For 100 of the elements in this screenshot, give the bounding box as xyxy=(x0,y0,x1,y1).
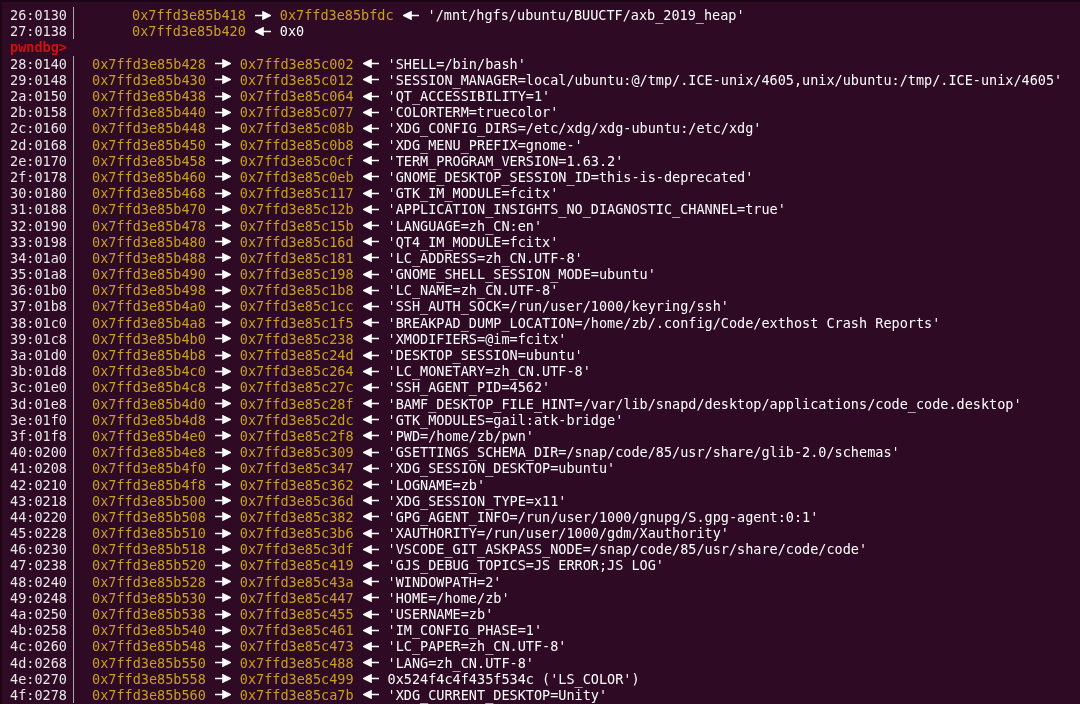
pointer-value: 0x7ffd3e85c488 xyxy=(239,654,354,671)
memory-value: 'HOME=/home/zb' xyxy=(387,589,510,606)
stack-address: 0x7ffd3e85b530 xyxy=(92,589,206,606)
left-arrow-icon xyxy=(362,399,379,409)
left-arrow-icon xyxy=(362,237,379,247)
pointer-value: 0x7ffd3e85c43a xyxy=(239,573,354,590)
left-arrow-icon xyxy=(362,625,379,635)
pointer-value: 0x7ffd3e85c28f xyxy=(239,395,354,412)
pointer-value: 0x7ffd3e85c15b xyxy=(239,217,354,234)
memory-value: 'XDG_CONFIG_DIRS=/etc/xdg/xdg-ubuntu:/etc/xdg' xyxy=(387,120,762,137)
pointer-value: 0x7ffd3e85c455 xyxy=(239,606,354,623)
memory-value: '/mnt/hgfs/ubuntu/BUUCTF/axb_2019_heap' xyxy=(427,7,745,24)
memory-value: 'LANGUAGE=zh_CN:en' xyxy=(387,217,543,234)
right-arrow-icon xyxy=(214,204,231,214)
stack-address: 0x7ffd3e85b4d8 xyxy=(92,411,206,428)
stack-offset: 3f:01f8 xyxy=(10,427,68,444)
right-arrow-icon xyxy=(254,10,271,20)
right-arrow-icon xyxy=(214,496,231,506)
pointer-value: 0x7ffd3e85c2dc xyxy=(239,411,354,428)
right-arrow-icon xyxy=(214,301,231,311)
left-arrow-icon xyxy=(362,382,379,392)
pointer-value: 0x7ffd3e85c24d xyxy=(239,347,354,364)
stack-address: 0x7ffd3e85b538 xyxy=(92,606,206,623)
stack-offset: 26:0130 xyxy=(10,7,68,24)
memory-value: 'GNOME_DESKTOP_SESSION_ID=this-is-deprecated' xyxy=(387,168,754,185)
pointer-value: 0x7ffd3e85c16d xyxy=(239,233,354,250)
memory-value: 'QT4_IM_MODULE=fcitx' xyxy=(387,233,559,250)
stack-address: 0x7ffd3e85b520 xyxy=(92,557,206,574)
stack-address: 0x7ffd3e85b540 xyxy=(92,622,206,639)
right-arrow-icon xyxy=(214,172,231,182)
pointer-value: 0x7ffd3e85c2f8 xyxy=(239,427,354,444)
pointer-value: 0x7ffd3e85c447 xyxy=(239,589,354,606)
left-arrow-icon xyxy=(362,593,379,603)
left-arrow-icon xyxy=(362,480,379,490)
stack-offset: 43:0218 xyxy=(10,492,68,509)
memory-value: 'XDG_CURRENT_DESKTOP=Unity' xyxy=(387,686,608,703)
left-arrow-icon xyxy=(362,91,379,101)
stack-address: 0x7ffd3e85b4a0 xyxy=(92,298,206,315)
left-arrow-icon xyxy=(362,674,379,684)
left-arrow-icon xyxy=(362,415,379,425)
stack-offset: 35:01a8 xyxy=(10,266,68,283)
stack-address: 0x7ffd3e85b510 xyxy=(92,525,206,542)
pointer-value: 0x7ffd3e85c1cc xyxy=(239,298,354,315)
memory-value: 'LANG=zh_CN.UTF-8' xyxy=(387,654,534,671)
stack-address: 0x7ffd3e85b4d0 xyxy=(92,395,206,412)
stack-address: 0x7ffd3e85b498 xyxy=(92,282,206,299)
stack-offset: 2e:0170 xyxy=(10,152,68,169)
memory-value: 'GNOME_SHELL_SESSION_MODE=ubuntu' xyxy=(387,266,656,283)
stack-offset: 40:0200 xyxy=(10,444,68,461)
pointer-value: 0x7ffd3e85c309 xyxy=(239,444,354,461)
memory-value: 'IM_CONFIG_PHASE=1' xyxy=(387,622,543,639)
pointer-value: 0x7ffd3e85c461 xyxy=(239,622,354,639)
pointer-value: 0x7ffd3e85c117 xyxy=(239,185,354,202)
stack-address: 0x7ffd3e85b448 xyxy=(92,120,206,137)
stack-offset: 27:0138 xyxy=(10,23,68,40)
left-arrow-icon xyxy=(362,188,379,198)
pointer-value: 0x7ffd3e85c0cf xyxy=(239,152,354,169)
right-arrow-icon xyxy=(214,577,231,587)
right-arrow-icon xyxy=(214,544,231,554)
stack-offset: 4e:0270 xyxy=(10,670,68,687)
memory-value: 0x524f4c4f435f534c ('LS_COLOR') xyxy=(387,670,640,687)
stack-offset: 42:0210 xyxy=(10,476,68,493)
memory-value: 'QT_ACCESSIBILITY=1' xyxy=(387,88,551,105)
memory-value: 'SSH_AGENT_PID=4562' xyxy=(387,379,551,396)
stack-offset: 30:0180 xyxy=(10,185,68,202)
left-arrow-icon xyxy=(362,301,379,311)
right-arrow-icon xyxy=(214,512,231,522)
right-arrow-icon xyxy=(214,91,231,101)
pointer-value: 0x7ffd3e85c181 xyxy=(239,249,354,266)
stack-offset: 2c:0160 xyxy=(10,120,68,137)
left-arrow-icon xyxy=(362,544,379,554)
left-arrow-icon xyxy=(362,221,379,231)
memory-value: 'XMODIFIERS=@im=fcitx' xyxy=(387,330,567,347)
stack-address: 0x7ffd3e85b478 xyxy=(92,217,206,234)
stack-address: 0x7ffd3e85b468 xyxy=(92,185,206,202)
stack-offset: 32:0190 xyxy=(10,217,68,234)
pointer-value: 0x7ffd3e85c499 xyxy=(239,670,354,687)
memory-value: 'GJS_DEBUG_TOPICS=JS ERROR;JS LOG' xyxy=(387,557,664,574)
left-arrow-icon xyxy=(254,26,271,36)
right-arrow-icon xyxy=(214,674,231,684)
pointer-value: 0x7ffd3e85c077 xyxy=(239,104,354,121)
right-arrow-icon xyxy=(214,334,231,344)
left-arrow-icon xyxy=(362,350,379,360)
memory-value: 'GPG_AGENT_INFO=/run/user/1000/gnupg/S.gpg-agent:0:1' xyxy=(387,508,819,525)
right-arrow-icon xyxy=(214,221,231,231)
stack-address: 0x7ffd3e85b490 xyxy=(92,266,206,283)
right-arrow-icon xyxy=(214,528,231,538)
stack-offset: 3e:01f0 xyxy=(10,411,68,428)
memory-value: 'COLORTERM=truecolor' xyxy=(387,104,559,121)
stack-offset: 33:0198 xyxy=(10,233,68,250)
pointer-value: 0x7ffd3e85c0eb xyxy=(239,168,354,185)
left-arrow-icon xyxy=(362,512,379,522)
stack-address: 0x7ffd3e85b458 xyxy=(92,152,206,169)
right-arrow-icon xyxy=(214,641,231,651)
right-arrow-icon xyxy=(214,382,231,392)
right-arrow-icon xyxy=(214,285,231,295)
right-arrow-icon xyxy=(214,431,231,441)
right-arrow-icon xyxy=(214,447,231,457)
right-arrow-icon xyxy=(214,463,231,473)
stack-offset: 2f:0178 xyxy=(10,168,68,185)
